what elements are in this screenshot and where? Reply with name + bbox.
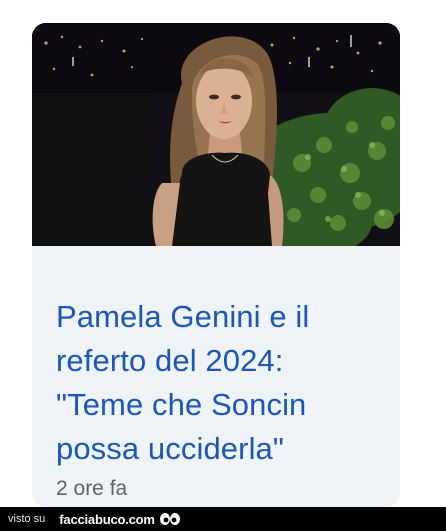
article-headline[interactable]: Pamela Genini e il referto del 2024: "Te… <box>56 295 376 471</box>
watermark-bar: visto su facciabuco.com <box>0 507 446 531</box>
article-photo[interactable] <box>32 23 400 246</box>
news-card[interactable]: Pamela Genini e il referto del 2024: "Te… <box>32 23 400 507</box>
article-body[interactable]: Pamela Genini e il referto del 2024: "Te… <box>32 246 400 507</box>
watermark-site: facciabuco.com <box>59 511 155 527</box>
article-timestamp: 2 ore fa <box>56 477 128 500</box>
eyes-icon <box>159 512 181 526</box>
photo-illustration <box>32 23 400 246</box>
watermark-prefix: visto su <box>8 513 46 525</box>
